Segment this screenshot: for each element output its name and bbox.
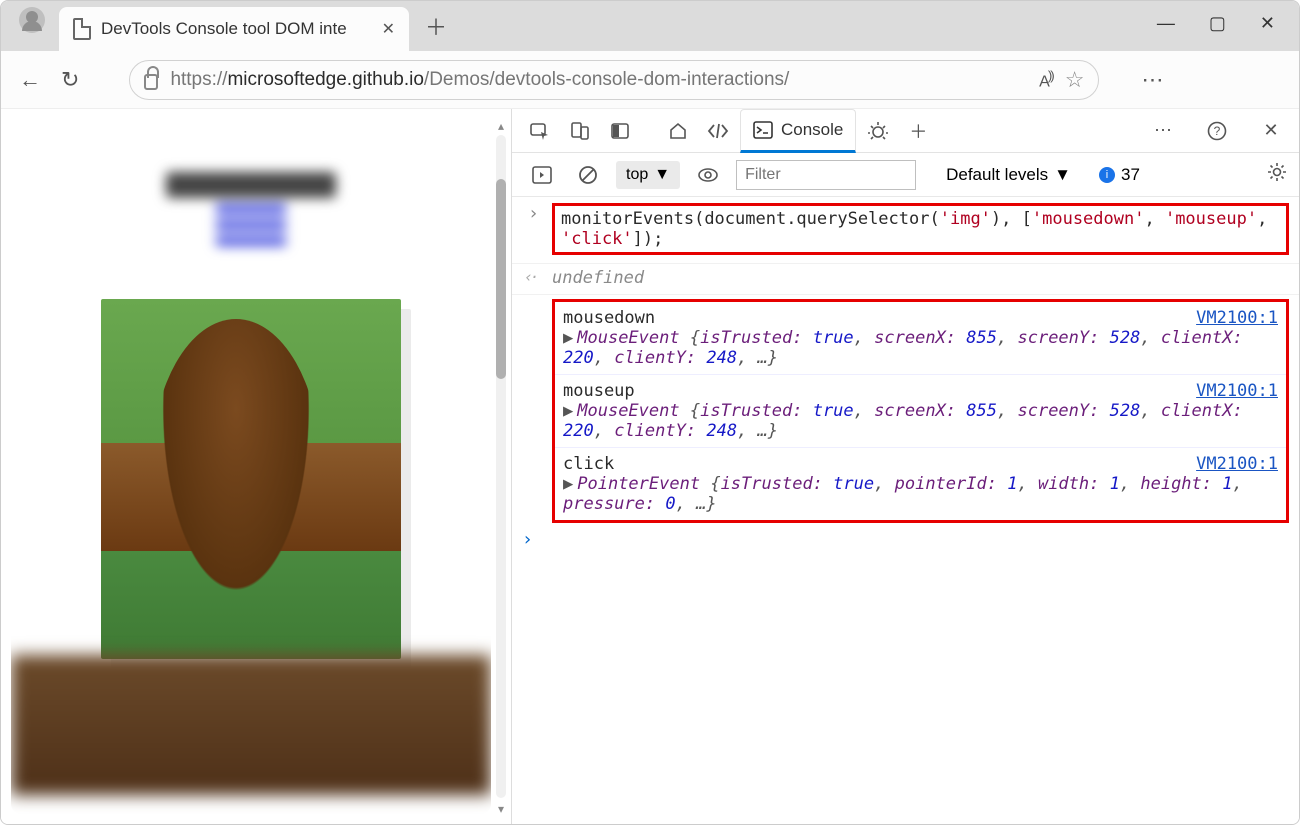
log-event-object[interactable]: ▶MouseEvent {isTrusted: true, screenX: 8…	[563, 401, 1278, 441]
vertical-scrollbar[interactable]: ▴ ▾	[493, 119, 509, 814]
log-event-name: mouseup	[563, 381, 635, 401]
issues-tab-icon[interactable]	[860, 121, 896, 141]
window-controls: ― ▢ ✕	[1133, 1, 1299, 46]
scrollbar-thumb[interactable]	[496, 179, 506, 379]
console-toolbar: top ▼ Default levels ▼ i 37	[512, 153, 1299, 197]
scroll-down-arrow[interactable]: ▾	[495, 802, 507, 814]
log-event-name: click	[563, 454, 614, 474]
filter-input[interactable]	[736, 160, 916, 190]
browser-tab[interactable]: DevTools Console tool DOM inte ✕	[59, 7, 409, 51]
console-log-entry[interactable]: mouseup VM2100:1▶MouseEvent {isTrusted: t…	[555, 374, 1286, 447]
devtools-tabstrip: Console ＋ ⋯ ? ✕	[512, 109, 1299, 153]
console-prompt[interactable]: ›	[512, 523, 1299, 556]
back-button[interactable]: ←	[19, 67, 41, 93]
minimize-button[interactable]: ―	[1157, 13, 1175, 34]
close-devtools-icon[interactable]: ✕	[1253, 120, 1289, 141]
context-selector[interactable]: top ▼	[616, 161, 680, 189]
expand-icon[interactable]: ▶	[563, 401, 573, 421]
context-label: top	[626, 166, 648, 184]
blurred-heading	[11, 119, 491, 299]
log-source-link[interactable]: VM2100:1	[1196, 308, 1278, 328]
refresh-button[interactable]: ↻	[61, 67, 79, 93]
console-command-row[interactable]: monitorEvents(document.querySelector('im…	[512, 197, 1299, 263]
blurred-content	[11, 655, 491, 795]
issues-badge[interactable]: i 37	[1099, 165, 1140, 185]
inspect-element-icon[interactable]	[522, 121, 558, 141]
more-menu-button[interactable]: ⋯	[1141, 67, 1163, 93]
browser-titlebar: DevTools Console tool DOM inte ✕ ＋ ― ▢ ✕	[1, 1, 1299, 51]
help-icon[interactable]: ?	[1199, 121, 1235, 141]
dock-side-icon[interactable]	[602, 121, 638, 141]
console-output: monitorEvents(document.querySelector('im…	[512, 197, 1299, 824]
more-tabs-button[interactable]: ＋	[900, 118, 936, 144]
profile-avatar[interactable]	[19, 7, 45, 33]
log-source-link[interactable]: VM2100:1	[1196, 454, 1278, 474]
address-bar[interactable]: https://microsoftedge.github.io/Demos/de…	[129, 60, 1099, 100]
console-log-entry[interactable]: click VM2100:1▶PointerEvent {isTrusted: t…	[555, 447, 1286, 520]
toggle-sidebar-icon[interactable]	[524, 166, 560, 184]
devtools-panel: Console ＋ ⋯ ? ✕	[511, 109, 1299, 824]
highlighted-log-block: mousedownVM2100:1▶MouseEvent {isTrusted:…	[552, 299, 1289, 523]
read-aloud-icon[interactable]: A))	[1039, 68, 1053, 91]
elements-tab-icon[interactable]	[700, 121, 736, 141]
console-tab[interactable]: Console	[740, 109, 856, 153]
favorite-icon[interactable]: ☆	[1065, 67, 1085, 93]
log-levels-selector[interactable]: Default levels ▼	[946, 165, 1071, 185]
svg-text:?: ?	[1214, 124, 1221, 138]
device-toolbar-icon[interactable]	[562, 121, 598, 141]
expand-icon[interactable]: ▶	[563, 474, 573, 494]
console-return-row: undefined	[512, 263, 1299, 295]
issues-count: 37	[1121, 165, 1140, 185]
chevron-down-icon: ▼	[654, 166, 670, 184]
close-window-button[interactable]: ✕	[1260, 13, 1275, 34]
close-tab-icon[interactable]: ✕	[378, 17, 399, 41]
lock-icon	[144, 74, 158, 90]
console-log-entry[interactable]: mousedown VM2100:1▶MouseEvent {isTrusted:…	[555, 302, 1286, 374]
url-text: https://microsoftedge.github.io/Demos/de…	[170, 69, 1027, 91]
highlighted-command: monitorEvents(document.querySelector('im…	[552, 203, 1289, 255]
clear-console-icon[interactable]	[570, 165, 606, 185]
console-tab-label: Console	[781, 120, 843, 140]
welcome-tab-icon[interactable]	[660, 121, 696, 141]
document-icon	[73, 18, 91, 40]
log-event-name: mousedown	[563, 308, 655, 328]
issues-dot-icon: i	[1099, 167, 1115, 183]
new-tab-button[interactable]: ＋	[409, 10, 463, 42]
return-value: undefined	[552, 268, 644, 288]
log-source-link[interactable]: VM2100:1	[1196, 381, 1278, 401]
expand-icon[interactable]: ▶	[563, 328, 573, 348]
tab-title: DevTools Console tool DOM inte	[101, 19, 368, 39]
scroll-up-arrow[interactable]: ▴	[495, 119, 507, 131]
maximize-button[interactable]: ▢	[1209, 13, 1226, 34]
chevron-down-icon: ▼	[1054, 165, 1071, 185]
log-event-object[interactable]: ▶MouseEvent {isTrusted: true, screenX: 8…	[563, 328, 1278, 368]
levels-label: Default levels	[946, 165, 1048, 185]
live-expression-icon[interactable]	[690, 167, 726, 183]
log-event-object[interactable]: ▶PointerEvent {isTrusted: true, pointerI…	[563, 474, 1278, 514]
devtools-more-icon[interactable]: ⋯	[1145, 120, 1181, 141]
browser-toolbar: ← ↻ https://microsoftedge.github.io/Demo…	[1, 51, 1299, 109]
page-image[interactable]	[101, 299, 401, 659]
page-viewport[interactable]: ▴ ▾	[1, 109, 511, 824]
console-settings-icon[interactable]	[1267, 162, 1287, 188]
